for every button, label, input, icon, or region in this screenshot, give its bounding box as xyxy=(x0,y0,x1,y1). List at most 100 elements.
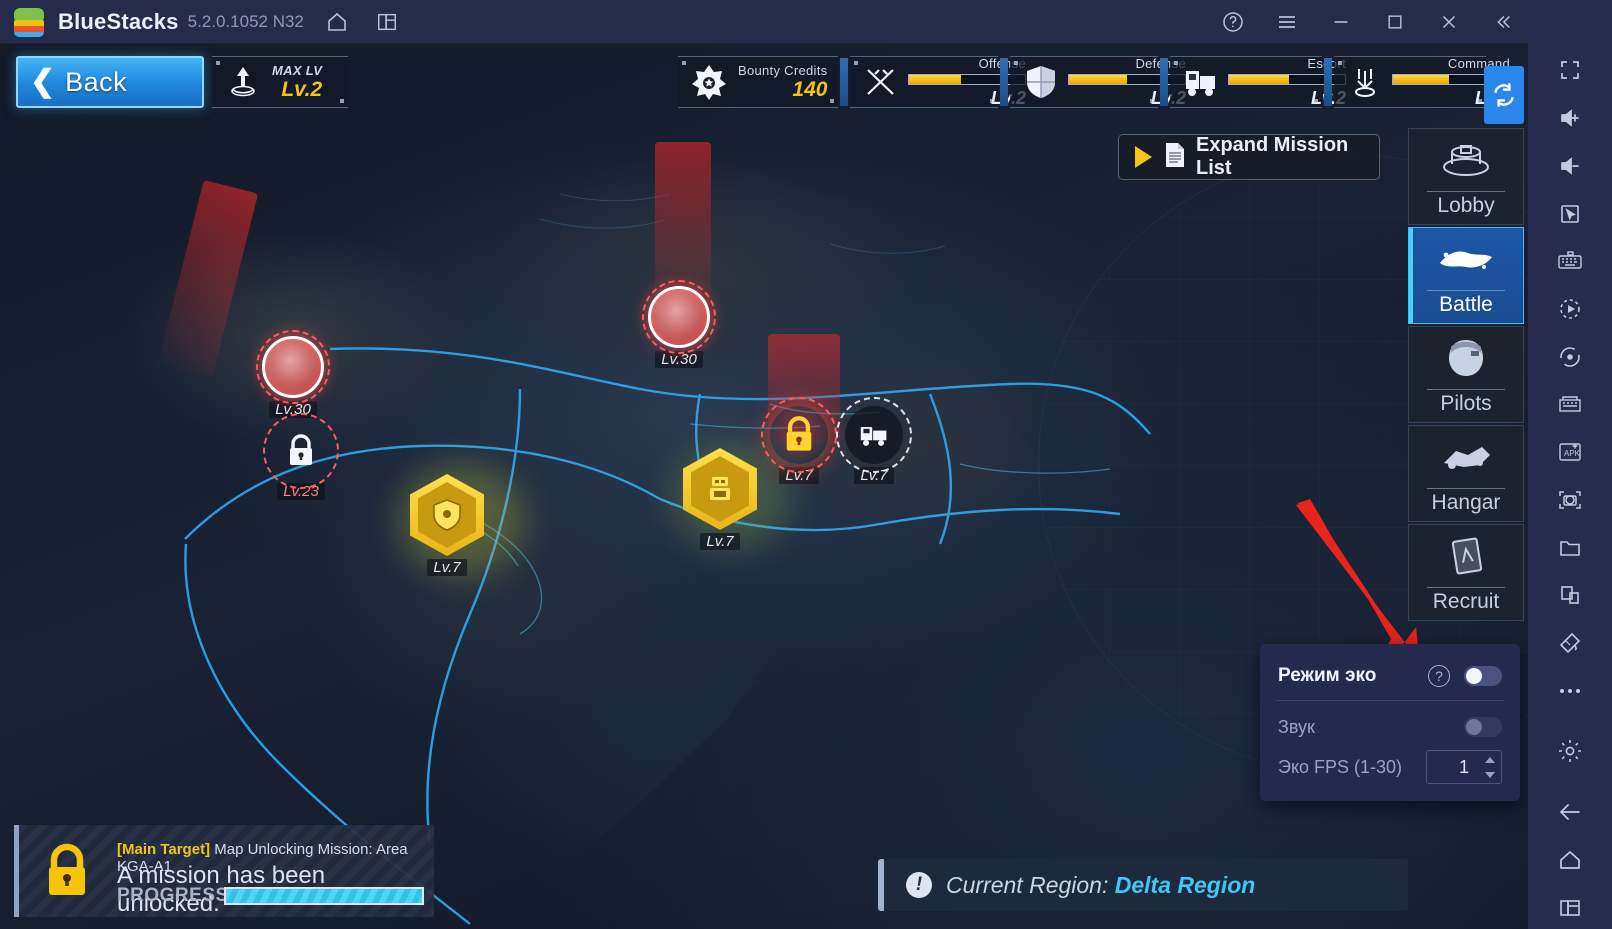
spinner-up-icon[interactable] xyxy=(1485,756,1495,763)
map-node-truck-white[interactable]: Lv.7 xyxy=(836,397,912,484)
spinner-arrows xyxy=(1481,752,1499,782)
eco-mode-toggle[interactable] xyxy=(1464,666,1502,686)
pilots-icon xyxy=(1409,327,1523,389)
stat-command[interactable]: Command Lv.2 xyxy=(1334,56,1510,108)
keyboard-controls-icon[interactable] xyxy=(1547,240,1593,283)
play-triangle-icon xyxy=(1135,146,1152,168)
crossed-rifles-icon xyxy=(860,62,902,102)
cursor-pointer-icon[interactable] xyxy=(1547,192,1593,235)
node-locked-red xyxy=(761,397,837,473)
maximize-icon[interactable] xyxy=(1378,5,1412,39)
svg-text:APK: APK xyxy=(1564,449,1581,458)
home-icon[interactable] xyxy=(320,5,354,39)
fullscreen-icon[interactable] xyxy=(1547,49,1593,92)
node-portrait-red xyxy=(256,330,330,404)
sound-label: Звук xyxy=(1278,716,1315,737)
volume-down-icon[interactable] xyxy=(1547,144,1593,187)
bounty-body: Bounty Credits 140 xyxy=(738,63,827,102)
eco-mode-popup[interactable]: Режим эко ? Звук Эко FPS (1-30) 1 xyxy=(1260,644,1520,801)
recent-apps-icon[interactable] xyxy=(1547,886,1593,929)
more-options-icon[interactable] xyxy=(1547,669,1593,712)
eco-fps-label: Эко FPS (1-30) xyxy=(1278,756,1403,777)
mission-progress-fill xyxy=(226,889,422,903)
mission-progress-label: PROGRESS xyxy=(117,885,229,906)
game-top-hud: ❮ Back MAX LV Lv.2 Bounty Credits 140 Lv… xyxy=(0,56,1528,124)
screenshot-icon[interactable] xyxy=(1547,478,1593,521)
chevron-left-icon: ❮ xyxy=(30,65,56,98)
android-home-icon[interactable] xyxy=(1547,839,1593,882)
macro-record-icon[interactable] xyxy=(1547,288,1593,331)
titlebar: BlueStacks 5.2.0.1052 N32 xyxy=(0,0,1528,44)
app-version: 5.2.0.1052 N32 xyxy=(187,11,304,31)
node-dash-ring xyxy=(263,413,339,489)
map-node-locked-center[interactable]: Lv.7 xyxy=(761,397,837,484)
stat-defense[interactable]: Defense Lv.2 xyxy=(1010,56,1186,108)
nav-item-lobby[interactable]: Lobby xyxy=(1408,128,1524,225)
hud-divider-4 xyxy=(1324,58,1332,106)
max-level-name: MAX LV xyxy=(272,62,323,78)
lock-icon xyxy=(41,843,93,906)
bluestacks-logo xyxy=(14,7,44,37)
multi-instance-icon[interactable] xyxy=(370,5,404,39)
eco-mode-title: Режим эко xyxy=(1278,665,1377,686)
back-button[interactable]: ❮ Back xyxy=(16,56,204,108)
settings-gear-icon[interactable] xyxy=(1547,730,1593,773)
eco-popup-divider xyxy=(1276,700,1504,701)
battle-icon xyxy=(1409,228,1523,290)
node-dash-ring xyxy=(836,397,912,473)
offense-xp: Offense Lv.2 xyxy=(908,56,1026,109)
help-icon[interactable] xyxy=(1216,5,1250,39)
defense-xp: Defense Lv.2 xyxy=(1068,56,1186,109)
node-hex-shield xyxy=(410,474,484,556)
copy-clone-icon[interactable] xyxy=(1547,574,1593,617)
map-node-locked-left[interactable]: Lv.23 xyxy=(263,413,339,500)
mission-tag: [Main Target] xyxy=(117,841,211,858)
map-node-shield-yellow[interactable]: Lv.7 xyxy=(410,474,484,576)
sync-refresh-icon[interactable] xyxy=(1484,66,1524,124)
max-level-value: Lv.2 xyxy=(281,77,323,101)
node-portrait-red xyxy=(642,280,716,354)
volume-up-icon[interactable] xyxy=(1547,97,1593,140)
nav-item-battle[interactable]: Battle xyxy=(1408,227,1524,324)
install-apk-icon[interactable]: APK xyxy=(1547,431,1593,474)
back-arrow-icon[interactable] xyxy=(1547,791,1593,834)
node-dash-ring xyxy=(642,280,716,354)
shield-icon xyxy=(1020,62,1062,102)
mission-banner: [Main Target] Map Unlocking Mission: Are… xyxy=(14,825,434,917)
window-controls xyxy=(1196,5,1528,39)
expand-mission-list-button[interactable]: Expand Mission List xyxy=(1118,134,1380,180)
sound-row: Звук xyxy=(1260,707,1520,747)
collapse-icon[interactable] xyxy=(1486,5,1520,39)
node-dash-ring xyxy=(256,330,330,404)
stat-offense[interactable]: Offense Lv.2 xyxy=(850,56,1026,108)
help-circle-icon[interactable]: ? xyxy=(1428,665,1450,687)
nav-label-lobby: Lobby xyxy=(1437,194,1495,217)
max-level-panel[interactable]: MAX LV Lv.2 xyxy=(212,56,348,108)
eco-fps-spinner[interactable]: 1 xyxy=(1426,750,1502,784)
nav-item-pilots[interactable]: Pilots xyxy=(1408,326,1524,423)
stat-bounty-credits[interactable]: Bounty Credits 140 xyxy=(678,56,838,108)
minimize-icon[interactable] xyxy=(1324,5,1358,39)
media-folder-icon[interactable] xyxy=(1547,526,1593,569)
region-name: Delta Region xyxy=(1114,871,1256,898)
map-node-boss-left[interactable]: Lv.30 xyxy=(256,330,330,418)
map-node-boss-top[interactable]: Lv.30 xyxy=(642,280,716,368)
map-node-mech-yellow[interactable]: Lv.7 xyxy=(683,448,757,550)
region-text: Current Region: Delta Region xyxy=(946,872,1255,899)
shield-glyph-icon xyxy=(433,499,461,531)
eco-mode-icon[interactable] xyxy=(1547,622,1593,665)
bounty-star-icon xyxy=(688,62,730,102)
node-locked-red xyxy=(263,413,339,489)
rotate-icon[interactable] xyxy=(1547,335,1593,378)
region-prefix: Current Region: xyxy=(946,871,1109,898)
mission-progress-bar xyxy=(224,887,424,905)
multi-instance-manager-icon[interactable] xyxy=(1547,383,1593,426)
stat-escort[interactable]: Escort Lv.2 xyxy=(1170,56,1346,108)
map-node-level: Lv.7 xyxy=(700,533,740,550)
node-dash-ring xyxy=(761,397,837,473)
nav-label-recruit: Recruit xyxy=(1432,590,1500,613)
sound-toggle[interactable] xyxy=(1464,717,1502,737)
hamburger-menu-icon[interactable] xyxy=(1270,5,1304,39)
close-icon[interactable] xyxy=(1432,5,1466,39)
spinner-down-icon[interactable] xyxy=(1485,771,1495,778)
